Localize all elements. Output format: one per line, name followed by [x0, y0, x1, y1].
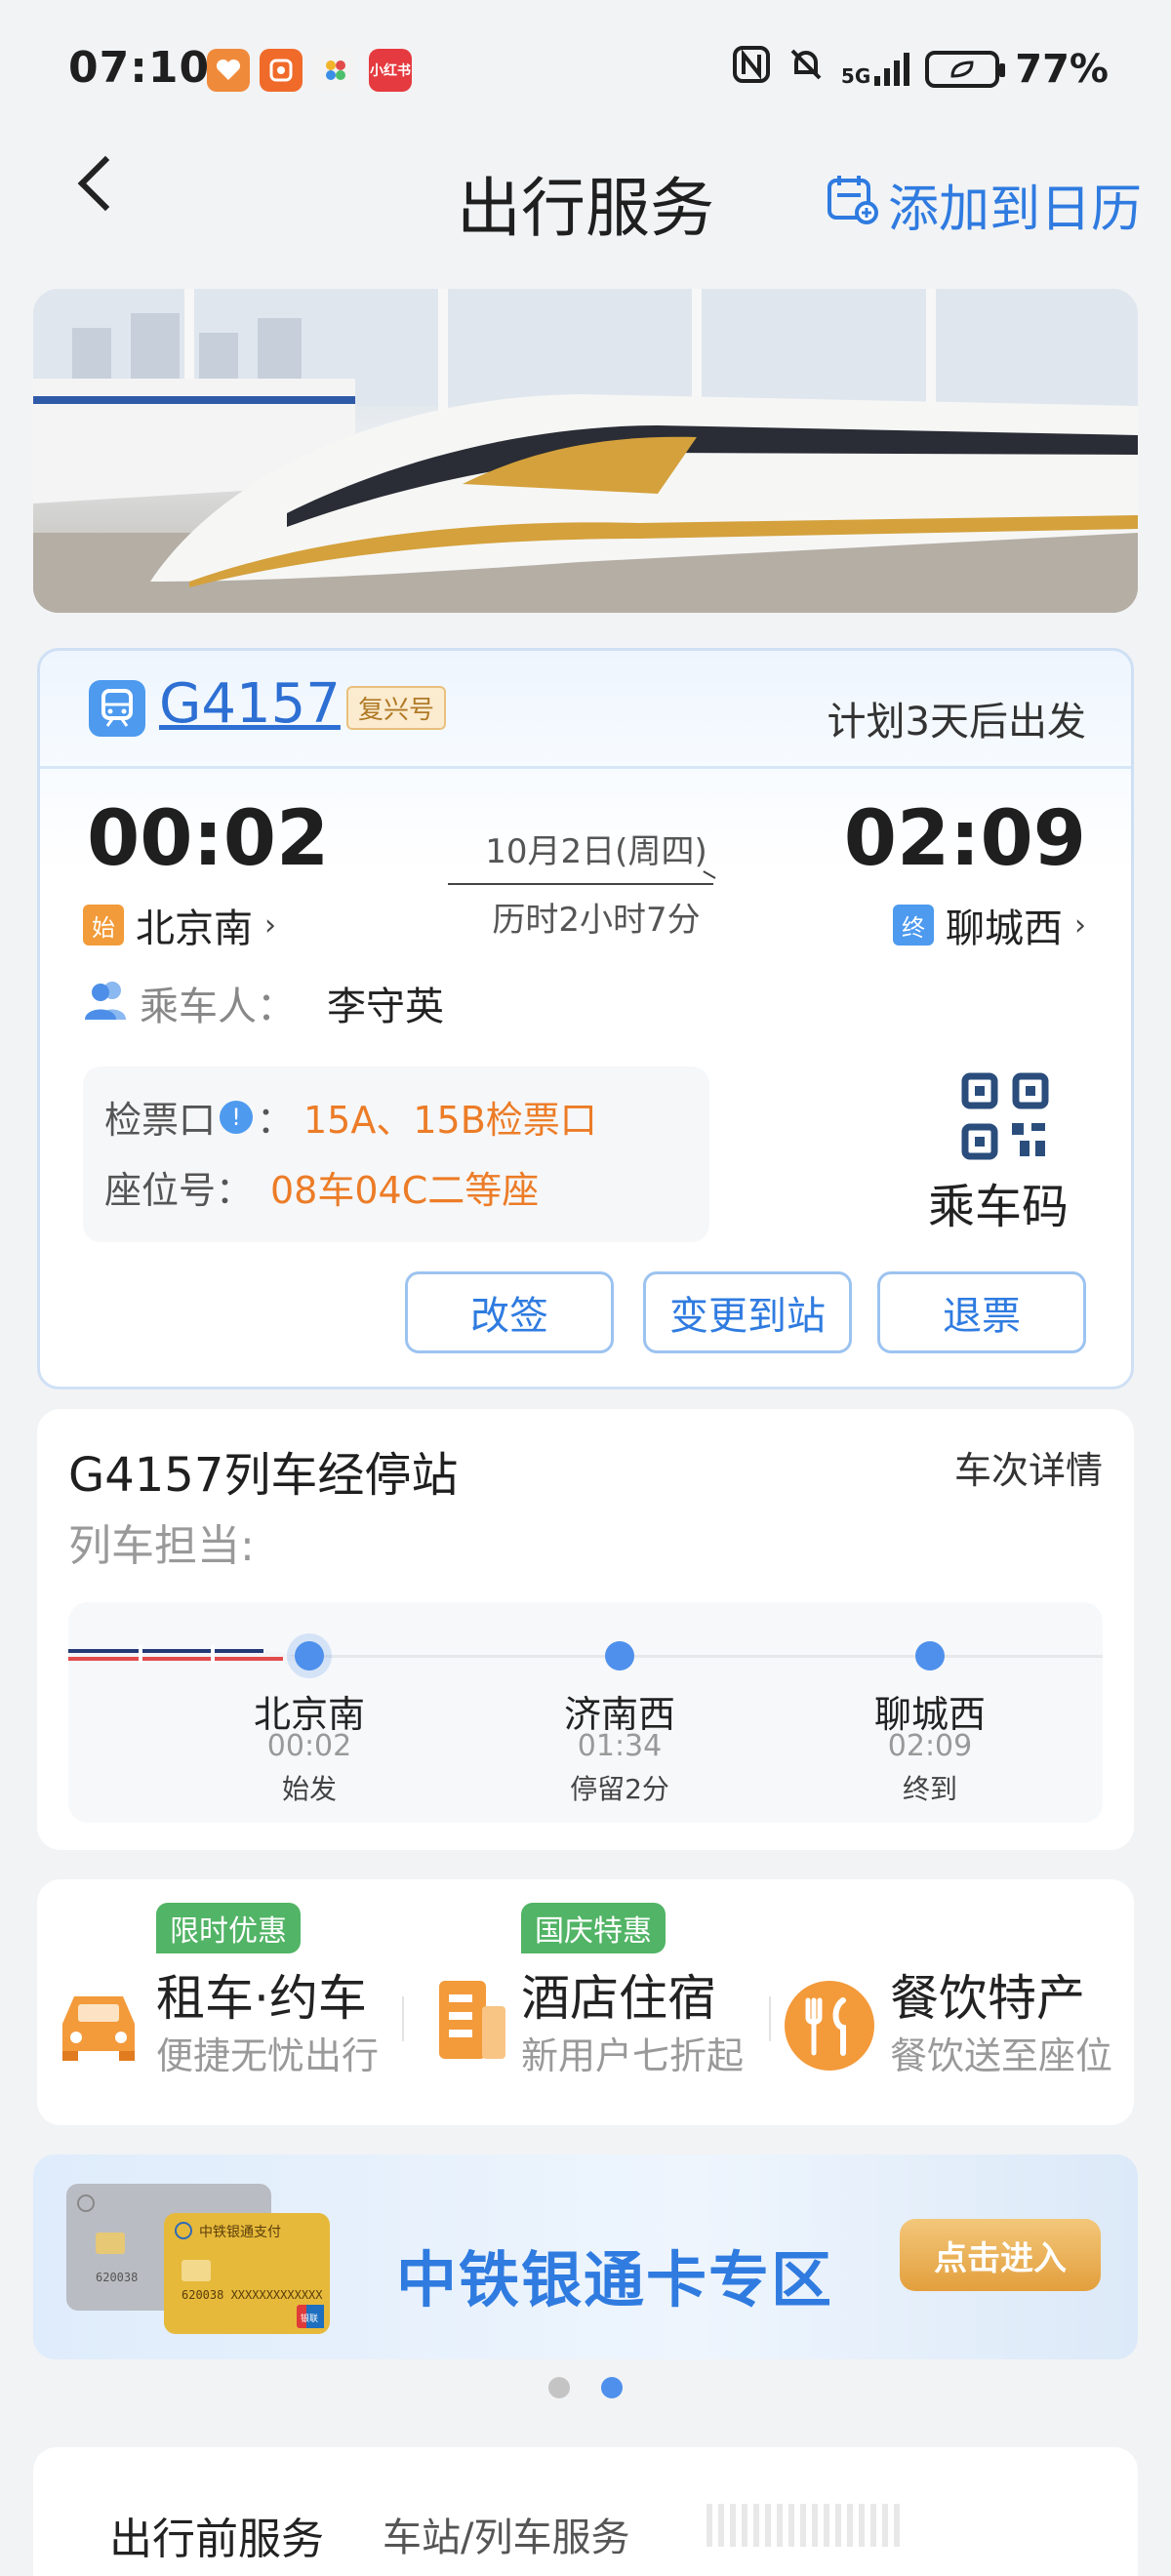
- train-banner-image: [33, 289, 1138, 613]
- faded-tab: [707, 2504, 902, 2547]
- bank-card-image: 中铁银通支付 620038 XXXXXXXXXXXXX 620038 银联: [66, 2184, 330, 2359]
- battery-level: 77%: [1015, 47, 1109, 92]
- start-tag: 始: [83, 905, 124, 946]
- end-tag: 终: [893, 905, 934, 946]
- calendar-icon: [826, 172, 878, 237]
- stop-dot: [605, 1641, 634, 1670]
- train-type-badge: 复兴号: [346, 686, 447, 730]
- service-title: 酒店住宿: [521, 1970, 716, 2027]
- stops-title: G4157列车经停站: [68, 1448, 459, 1503]
- enter-button[interactable]: 点击进入: [900, 2219, 1101, 2291]
- stop-note: 停留2分: [570, 1773, 669, 1805]
- stops-card: G4157列车经停站 车次详情 列车担当: 北京南 00:02 始发 济南西 0…: [37, 1409, 1134, 1850]
- promo-badge: 限时优惠: [156, 1903, 301, 1953]
- status-indicators: 5G 77%: [732, 45, 1109, 94]
- stop-dot: [295, 1641, 324, 1670]
- card-brand-text: 中铁银通支付: [199, 2225, 281, 2240]
- mute-bell-icon: [787, 45, 826, 94]
- services-card: 限时优惠 租车·约车 便捷无忧出行 国庆特惠 酒店住宿 新用户七折起 餐饮特产 …: [37, 1879, 1134, 2125]
- chevron-right-icon: ›: [264, 907, 276, 943]
- bank-card-promo-banner[interactable]: 中铁银通支付 620038 XXXXXXXXXXXXX 620038 银联 中铁…: [33, 2154, 1138, 2359]
- battery-icon: [925, 51, 1006, 88]
- status-time: 07:10: [68, 43, 211, 93]
- gate-label: 检票口 ! ：: [104, 1090, 294, 1144]
- car-icon: [57, 1987, 141, 2065]
- travel-duration: 历时2小时7分: [492, 901, 701, 940]
- qr-code-icon[interactable]: [961, 1072, 1049, 1160]
- car-rental-service[interactable]: 限时优惠 租车·约车 便捷无忧出行: [37, 1879, 402, 2125]
- departure-station-link[interactable]: 始 北京南 ›: [83, 897, 276, 953]
- stop-dot: [915, 1641, 945, 1670]
- gate-value: 15A、15B检票口: [303, 1099, 597, 1142]
- hotel-icon: [433, 1977, 511, 2065]
- heart-app-icon: [207, 49, 250, 92]
- stops-timeline: 北京南 00:02 始发 济南西 01:34 停留2分 聊城西 02:09 终到: [68, 1602, 1103, 1823]
- video-app-icon: [260, 49, 303, 92]
- stop-note: 终到: [902, 1773, 957, 1805]
- ticket-card: G4157 复兴号 计划3天后出发 00:02 02:09 10月2日(周四) …: [37, 648, 1134, 1389]
- train-icon: [89, 680, 145, 737]
- service-subtitle: 新用户七折起: [521, 2034, 745, 2077]
- divider: [40, 766, 1131, 769]
- ride-code-label[interactable]: 乘车码: [928, 1168, 1069, 1236]
- network-type: 5G: [840, 64, 871, 88]
- train-detail-link[interactable]: 车次详情: [954, 1440, 1103, 1494]
- service-title: 租车·约车: [156, 1970, 367, 2027]
- travel-date: 10月2日(周四): [485, 832, 707, 871]
- xiaohongshu-app-icon: 小红书: [369, 49, 412, 92]
- change-destination-button[interactable]: 变更到站: [643, 1271, 852, 1353]
- passenger-label: 乘车人：: [140, 985, 296, 1029]
- stop-time: 02:09: [887, 1729, 973, 1763]
- services-tabs: 出行前服务 车站/列车服务: [33, 2447, 1138, 2576]
- train-number-link[interactable]: G4157: [159, 672, 341, 736]
- tab-pre-trip-services[interactable]: 出行前服务: [109, 2504, 324, 2566]
- passenger-icon: [83, 979, 130, 1022]
- flower-app-icon: [314, 49, 357, 92]
- tab-station-train-services[interactable]: 车站/列车服务: [383, 2506, 629, 2562]
- seat-label: 座位号：: [104, 1169, 254, 1212]
- stop-time: 00:02: [266, 1729, 352, 1763]
- card-zone-title: 中铁银通卡专区: [396, 2244, 834, 2315]
- chevron-right-icon: ›: [1074, 907, 1086, 943]
- passenger-name: 李守英: [327, 985, 444, 1029]
- arrival-station-link[interactable]: 终 聊城西 ›: [893, 897, 1086, 953]
- departure-plan-text: 计划3天后出发: [827, 700, 1086, 745]
- unionpay-text: 银联: [301, 2313, 318, 2324]
- page-indicator-dot: [548, 2377, 570, 2398]
- dining-icon: [785, 1981, 874, 2074]
- gate-colon: ：: [257, 1099, 295, 1142]
- info-icon[interactable]: !: [220, 1100, 254, 1134]
- train-operator-label: 列车担当:: [68, 1521, 255, 1571]
- stop-note: 始发: [281, 1773, 337, 1805]
- promo-badge: 国庆特惠: [521, 1903, 666, 1953]
- signal-icon: 5G: [840, 53, 910, 88]
- add-to-calendar-button[interactable]: 添加到日历: [826, 168, 1142, 241]
- add-to-calendar-label: 添加到日历: [887, 181, 1142, 239]
- seat-value: 08车04C二等座: [270, 1169, 540, 1212]
- service-subtitle: 餐饮送至座位: [890, 2034, 1113, 2077]
- gate-label-text: 检票口: [104, 1099, 217, 1142]
- page-indicator-dot-active: [601, 2377, 623, 2398]
- dining-service[interactable]: 餐饮特产 餐饮送至座位: [771, 1879, 1134, 2125]
- change-ticket-button[interactable]: 改签: [405, 1271, 614, 1353]
- departure-time: 00:02: [87, 795, 330, 883]
- stop-time: 01:34: [577, 1729, 663, 1763]
- service-subtitle: 便捷无忧出行: [156, 2034, 380, 2077]
- back-card-number-text: 620038: [96, 2271, 138, 2284]
- refund-button[interactable]: 退票: [877, 1271, 1086, 1353]
- hotel-service[interactable]: 国庆特惠 酒店住宿 新用户七折起: [404, 1879, 769, 2125]
- arrival-station: 聊城西: [946, 906, 1063, 951]
- card-number-text: 620038 XXXXXXXXXXXXX: [182, 2288, 323, 2302]
- departure-station: 北京南: [136, 906, 253, 951]
- nfc-icon: [732, 45, 771, 94]
- arrival-time: 02:09: [843, 795, 1086, 883]
- train-marker-icon: [68, 1631, 312, 1684]
- service-title: 餐饮特产: [890, 1970, 1085, 2027]
- duration-arrow: [448, 883, 713, 885]
